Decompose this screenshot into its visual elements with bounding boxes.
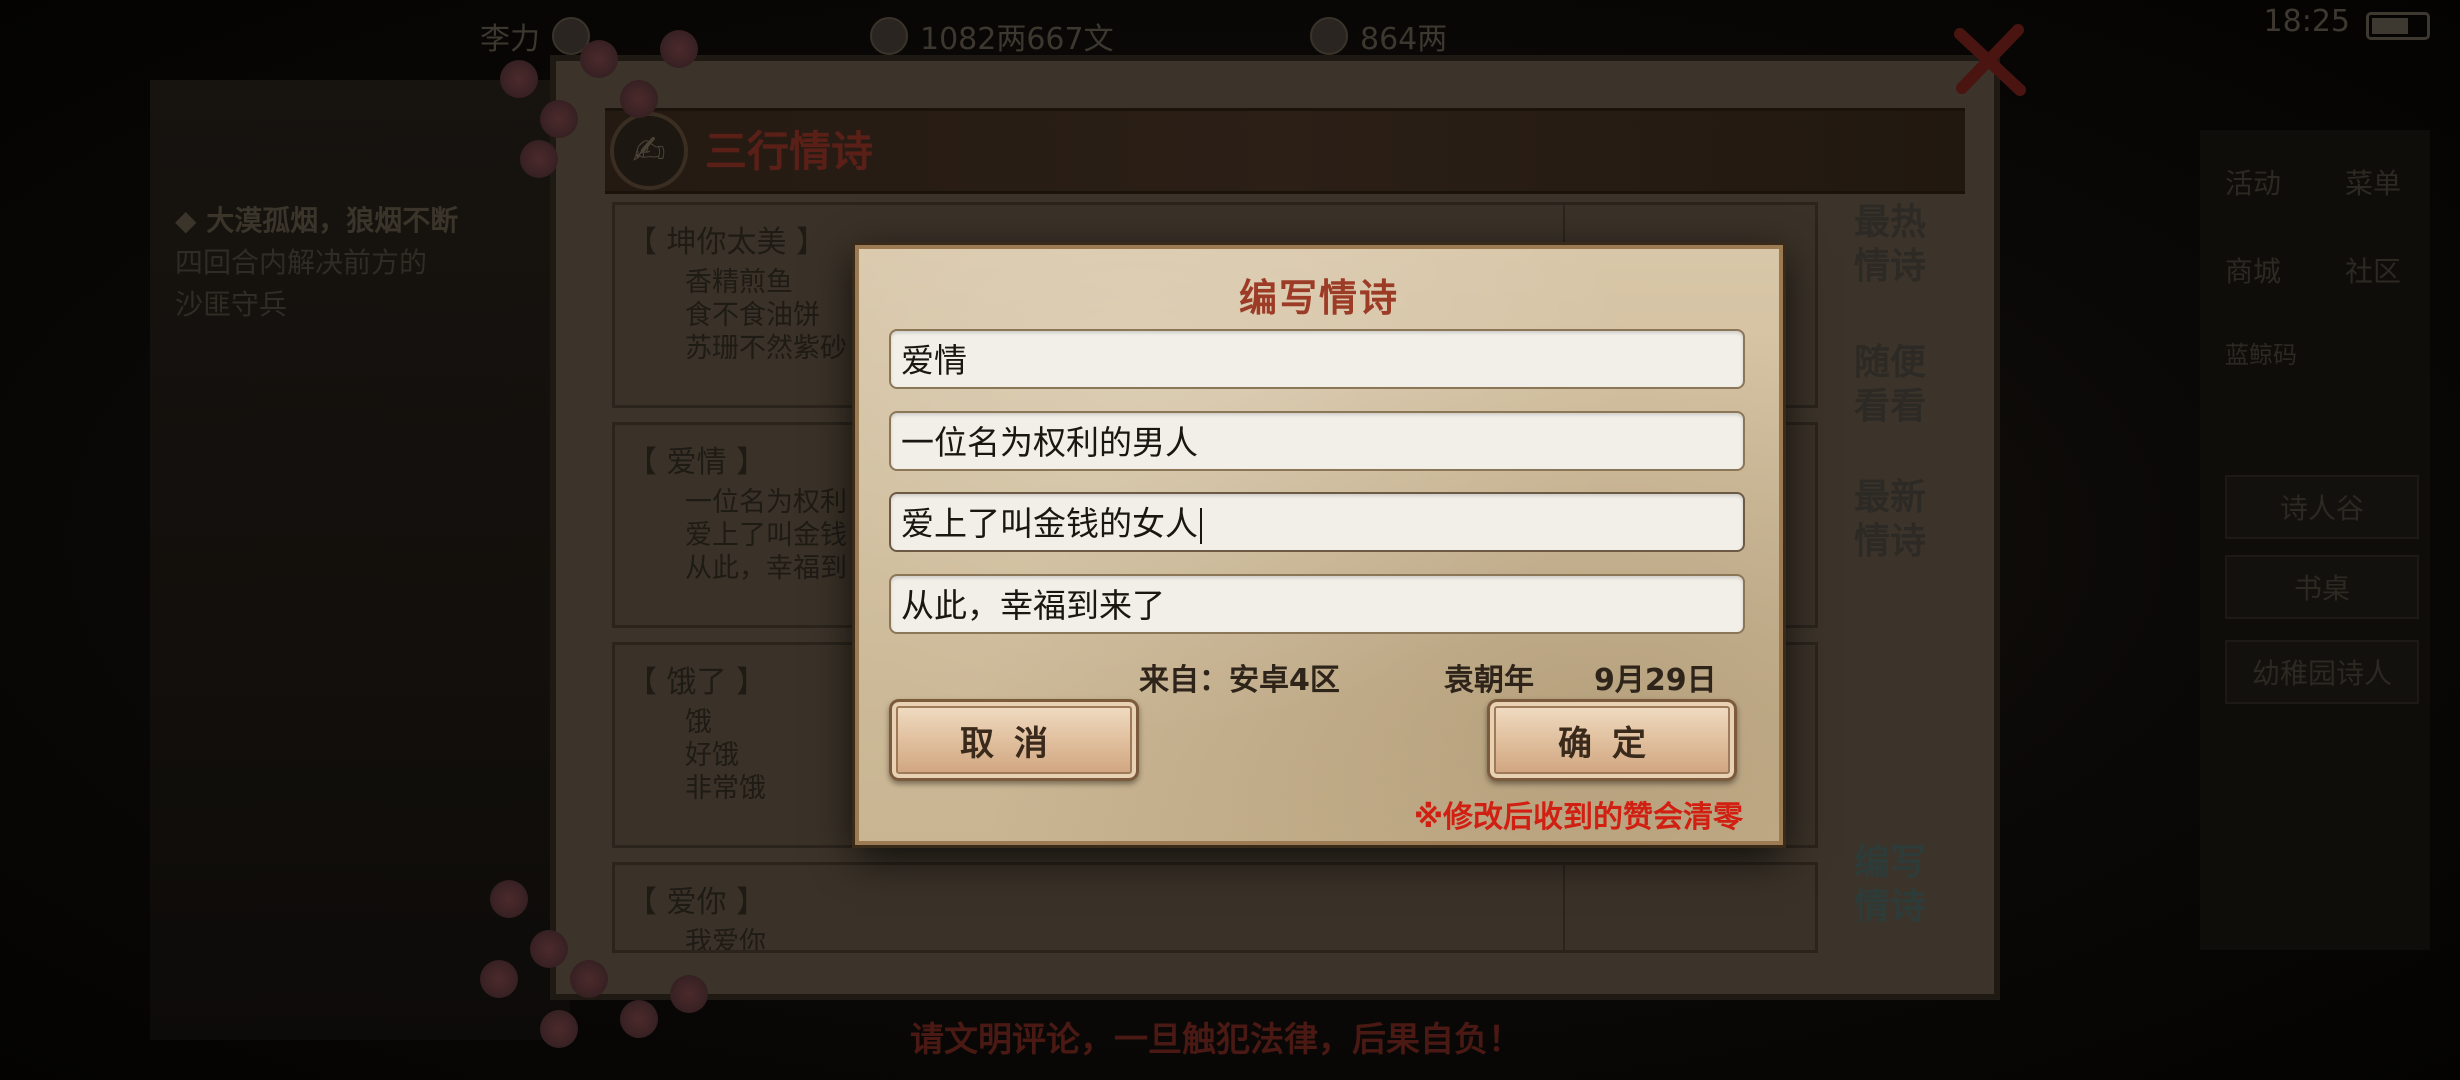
- gold-icon: [1310, 17, 1348, 55]
- resource-money: 1082两667文: [870, 14, 1114, 58]
- poem-line-2-input[interactable]: 爱上了叫金钱的女人: [889, 492, 1745, 552]
- post-date: 9月29日: [1594, 663, 1717, 698]
- blossom-decoration: [530, 930, 568, 968]
- hottest-poems-button[interactable]: 最热 情诗: [1845, 200, 1935, 310]
- blossom-decoration: [620, 1000, 658, 1038]
- close-icon[interactable]: [1950, 20, 2030, 100]
- poem-title: 【 爱你 】: [627, 885, 767, 920]
- poem-line-1-value: 一位名为权利的男人: [901, 423, 1198, 462]
- cancel-button[interactable]: 取消: [889, 699, 1139, 781]
- text-caret: [1200, 507, 1202, 544]
- menu-code: 蓝鲸码: [2225, 341, 2297, 369]
- poem-line-1-input[interactable]: 一位名为权利的男人: [889, 411, 1745, 471]
- menu-shop[interactable]: 商城: [2225, 250, 2281, 290]
- poem-title: 【 饿了 】: [627, 665, 767, 700]
- brush-icon: ✍: [610, 112, 688, 190]
- author-name: 袁朝年: [1444, 663, 1534, 698]
- likes-reset-warning: ※修改后收到的赞会清零: [1413, 800, 1743, 835]
- poem-line: 苏珊不然紫砂: [685, 333, 847, 364]
- quest-line-2: 四回合内解决前方的: [175, 246, 428, 279]
- player-name: 李力: [480, 22, 540, 57]
- blossom-decoration: [620, 80, 658, 118]
- server-from: 来自：安卓4区: [1139, 663, 1340, 698]
- blossom-decoration: [480, 960, 518, 998]
- write-poem-dialog: 编写情诗 爱情 一位名为权利的男人 爱上了叫金钱的女人 从此，幸福到来了 来自：…: [855, 245, 1783, 845]
- blossom-decoration: [490, 880, 528, 918]
- battery-icon: [2366, 12, 2430, 40]
- poem-card[interactable]: 【 爱你 】 我爱你: [612, 862, 1818, 953]
- blossom-decoration: [520, 140, 558, 178]
- write-poem-button[interactable]: 编写 情诗: [1845, 840, 1935, 950]
- menu-activity[interactable]: 活动: [2225, 162, 2281, 202]
- blossom-decoration: [660, 30, 698, 68]
- clock: 18:25: [2263, 4, 2350, 39]
- poem-line-3-input[interactable]: 从此，幸福到来了: [889, 574, 1745, 634]
- blossom-decoration: [570, 960, 608, 998]
- poem-title-value: 爱情: [901, 341, 967, 380]
- blossom-decoration: [540, 100, 578, 138]
- random-poems-button[interactable]: 随便 看看: [1845, 340, 1935, 450]
- poet-valley-button[interactable]: 诗人谷: [2225, 475, 2419, 539]
- blossom-decoration: [580, 40, 618, 78]
- poem-line: 非常饿: [685, 773, 766, 804]
- poem-title: 【 坤你太美 】: [627, 225, 827, 260]
- quest-line-1: ◆ 大漠孤烟，狼烟不断: [175, 204, 459, 237]
- civility-warning: 请文明评论，一旦触犯法律，后果自负！: [910, 1020, 1522, 1060]
- quest-text: ◆ 大漠孤烟，狼烟不断 四回合内解决前方的 沙匪守兵: [175, 200, 458, 326]
- poem-title: 【 爱情 】: [627, 445, 767, 480]
- resource-gold: 864两: [1310, 14, 1447, 58]
- menu-community[interactable]: 社区: [2345, 250, 2401, 290]
- kindergarten-poet-button[interactable]: 幼稚园诗人: [2225, 640, 2419, 704]
- desk-button[interactable]: 书桌: [2225, 555, 2419, 619]
- silver-icon: [870, 17, 908, 55]
- player-info: 李力: [480, 14, 590, 58]
- poem-title-input[interactable]: 爱情: [889, 329, 1745, 389]
- poem-line-3-value: 从此，幸福到来了: [901, 586, 1165, 625]
- poem-line-2-value: 爱上了叫金钱的女人: [901, 504, 1198, 543]
- blossom-decoration: [500, 60, 538, 98]
- menu-main[interactable]: 菜单: [2345, 162, 2401, 202]
- confirm-button[interactable]: 确定: [1487, 699, 1737, 781]
- newest-poems-button[interactable]: 最新 情诗: [1845, 475, 1935, 585]
- poem-line: 从此，幸福到: [685, 553, 847, 584]
- game-screen: 李力 1082两667文 864两 18:25 ◆ 大漠孤烟，狼烟不断 四回合内…: [0, 0, 2460, 1080]
- blossom-decoration: [670, 975, 708, 1013]
- card-divider: [1563, 865, 1565, 950]
- panel-title: 三行情诗: [705, 127, 874, 176]
- poem-line: 我爱你: [685, 927, 766, 953]
- money-value: 1082两667文: [920, 22, 1114, 57]
- blossom-decoration: [540, 1010, 578, 1048]
- gold-value: 864两: [1360, 22, 1448, 57]
- quest-line-3: 沙匪守兵: [175, 288, 288, 321]
- dialog-title: 编写情诗: [1238, 275, 1399, 320]
